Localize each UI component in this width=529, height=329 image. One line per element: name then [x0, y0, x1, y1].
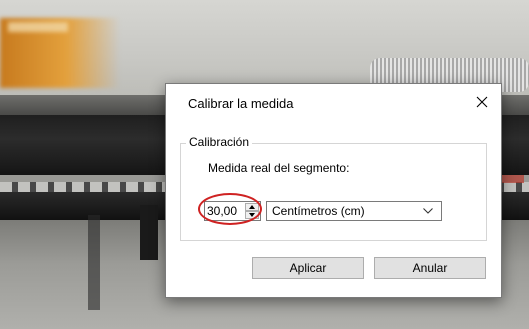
stepper-buttons — [245, 203, 259, 219]
chevron-down-icon — [423, 208, 433, 214]
group-title: Calibración — [186, 135, 253, 149]
unit-select[interactable]: Centímetros (cm) — [266, 201, 442, 221]
unit-select-value: Centímetros (cm) — [272, 204, 365, 218]
cancel-button[interactable]: Anular — [374, 257, 486, 279]
blurred-cart-top — [8, 22, 68, 32]
segment-measure-label: Medida real del segmento: — [208, 161, 350, 175]
close-icon — [476, 96, 488, 108]
stepper-up-button[interactable] — [245, 203, 259, 211]
measure-stepper[interactable]: 30,00 — [204, 201, 261, 221]
triangle-up-icon — [249, 205, 255, 209]
calibrate-dialog: Calibrar la medida Calibración Medida re… — [165, 83, 502, 298]
measure-input[interactable]: 30,00 — [207, 204, 241, 218]
apply-button[interactable]: Aplicar — [252, 257, 364, 279]
close-button[interactable] — [469, 90, 495, 114]
track-support-shadow — [88, 215, 100, 310]
stepper-down-button[interactable] — [245, 211, 259, 219]
calibration-group: Calibración Medida real del segmento: 30… — [180, 135, 487, 241]
dialog-titlebar[interactable]: Calibrar la medida — [166, 84, 501, 122]
triangle-down-icon — [249, 213, 255, 217]
track-support — [140, 205, 158, 260]
red-mark — [500, 175, 524, 183]
dialog-title: Calibrar la medida — [188, 96, 294, 111]
